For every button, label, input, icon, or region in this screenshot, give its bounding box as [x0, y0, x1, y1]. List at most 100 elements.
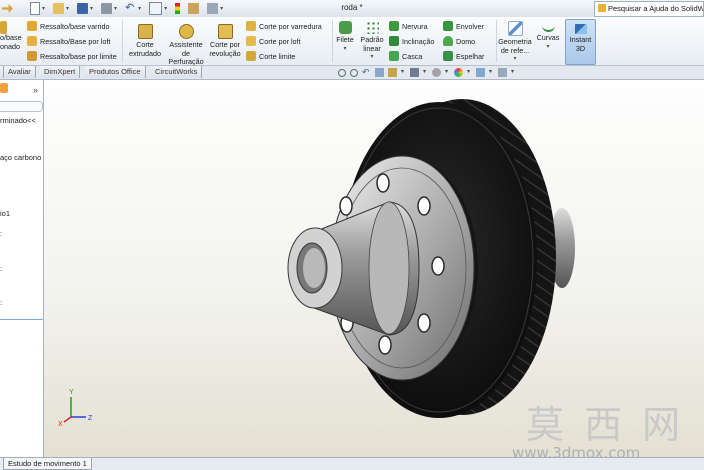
edit-appearance-icon[interactable] [454, 68, 463, 77]
fillet-button[interactable]: Filete ▾ [334, 21, 356, 53]
extruded-cut-label: Corte extrudado [129, 40, 161, 58]
triad-y-label: Y [69, 389, 74, 396]
wrap-button[interactable]: Envolver [443, 21, 484, 31]
extruded-cut-icon [137, 24, 153, 39]
rollback-bar[interactable] [0, 319, 43, 320]
search-placeholder: Pesquisar a Ajuda do SolidWo [608, 4, 704, 13]
instant3d-button[interactable]: Instant 3D [565, 19, 596, 65]
status-bar: Estudo de movimento 1 [0, 457, 704, 470]
boundary-boss-icon [27, 51, 37, 61]
mirror-icon [443, 51, 453, 61]
reference-geometry-button[interactable]: Geometria de refe... ▾ [497, 21, 533, 64]
triad-z-label: Z [88, 415, 93, 422]
triad-x-label: X [58, 421, 63, 428]
tree-item-row-3[interactable]: : [0, 298, 2, 307]
reference-geometry-dropdown-icon[interactable]: ▾ [497, 55, 533, 64]
rib-label: Nervura [402, 21, 428, 31]
dome-button[interactable]: Domo [443, 36, 475, 46]
zoom-to-area-icon[interactable] [350, 68, 358, 77]
draft-button[interactable]: Inclinação [389, 36, 434, 46]
collapse-panel-button[interactable]: » [33, 85, 38, 95]
display-style-icon[interactable] [410, 68, 419, 77]
dropdown-arrow-icon[interactable]: ▾ [511, 68, 516, 77]
axis-triad: Y Z X [58, 389, 93, 428]
boundary-boss-button[interactable]: Ressalto/base por limite [27, 51, 117, 61]
boundary-cut-button[interactable]: Corte limite [246, 51, 295, 61]
tab-dimxpert[interactable]: DimXpert [40, 66, 81, 78]
boundary-cut-icon [246, 51, 256, 61]
section-view-icon[interactable] [375, 68, 384, 77]
swept-boss-button[interactable]: Ressalto/base varrido [27, 21, 110, 31]
shaft-collar [368, 201, 410, 335]
dropdown-arrow-icon[interactable]: ▾ [401, 68, 406, 77]
dropdown-arrow-icon[interactable]: ▾ [467, 68, 472, 77]
ribbon-separator [332, 20, 333, 62]
curves-button[interactable]: Curvas ▾ [535, 21, 561, 51]
feature-manager-panel: » rminado<< aço carbono io1 : : : [0, 80, 44, 457]
mirror-button[interactable]: Espelhar [443, 51, 484, 61]
linear-pattern-dropdown-icon[interactable]: ▾ [358, 53, 386, 62]
dropdown-arrow-icon[interactable]: ▾ [423, 68, 428, 77]
tree-item-feature[interactable]: io1 [0, 209, 10, 218]
lofted-cut-icon [246, 36, 256, 46]
boundary-boss-label: Ressalto/base por limite [40, 51, 117, 61]
ribbon-separator [122, 20, 123, 62]
lofted-cut-label: Corte por loft [259, 36, 301, 46]
revolved-cut-button[interactable]: Corte por revolução [207, 24, 243, 58]
dropdown-arrow-icon[interactable]: ▾ [489, 68, 494, 77]
shell-button[interactable]: Casca [389, 51, 422, 61]
tree-item-material[interactable]: aço carbono [0, 153, 41, 162]
swept-cut-button[interactable]: Corte por varredura [246, 21, 322, 31]
shell-icon [389, 51, 399, 61]
search-icon [598, 4, 606, 12]
tree-item-configuration[interactable]: rminado<< [0, 116, 36, 125]
dome-label: Domo [456, 36, 476, 46]
tree-item-row-2[interactable]: : [0, 264, 2, 273]
dropdown-arrow-icon[interactable]: ▾ [445, 68, 450, 77]
lofted-boss-button[interactable]: Ressalto/Base por loft [27, 36, 110, 46]
shaft-bore-inner [303, 248, 325, 288]
linear-pattern-icon [365, 21, 379, 34]
rib-button[interactable]: Nervura [389, 21, 428, 31]
tab-avaliar[interactable]: Avaliar [4, 66, 36, 78]
fillet-dropdown-icon[interactable]: ▾ [334, 45, 356, 54]
view-settings-icon[interactable] [498, 68, 507, 77]
reference-geometry-label: Geometria de refe... [498, 37, 532, 55]
mirror-label: Espelhar [456, 51, 485, 61]
apply-scene-icon[interactable] [476, 68, 485, 77]
tab-motion-study[interactable]: Estudo de movimento 1 [3, 458, 92, 470]
wrap-icon [443, 21, 453, 31]
extruded-cut-button[interactable]: Corte extrudado [126, 24, 164, 58]
hole-wizard-button[interactable]: Assistente de Perfuração [166, 24, 206, 67]
lofted-boss-icon [27, 36, 37, 46]
curves-dropdown-icon[interactable]: ▾ [535, 43, 561, 52]
tree-item-row-1[interactable]: : [0, 229, 2, 238]
linear-pattern-button[interactable]: Padrão linear ▾ [358, 21, 386, 62]
swept-cut-icon [246, 21, 256, 31]
tab-produtos-office[interactable]: Produtos Office [85, 66, 146, 78]
tab-circuitworks[interactable]: CircuitWorks [151, 66, 203, 78]
view-orientation-icon[interactable] [388, 68, 397, 77]
filter-input[interactable] [0, 101, 43, 112]
help-search-input[interactable]: Pesquisar a Ajuda do SolidWo [594, 1, 704, 17]
heads-up-view-toolbar: ↶ ▾ ▾ ▾ ▾ ▾ ▾ [338, 68, 516, 77]
revolved-cut-label: Corte por revolução [209, 40, 241, 58]
instant3d-icon [574, 24, 587, 34]
command-manager-ribbon: o/base onado Ressalto/base varrido Ressa… [0, 17, 704, 66]
draft-label: Inclinação [402, 36, 435, 46]
dome-icon [443, 36, 453, 46]
rib-icon [389, 21, 399, 31]
watermark-chinese: 莫 西 网 [526, 403, 685, 447]
lofted-boss-label: Ressalto/Base por loft [40, 36, 111, 46]
hide-show-items-icon[interactable] [432, 68, 441, 77]
previous-view-icon[interactable]: ↶ [362, 68, 371, 77]
fillet-icon [338, 21, 352, 34]
swept-cut-label: Corte por varredura [259, 21, 322, 31]
hole-wizard-label: Assistente de Perfuração [168, 40, 204, 66]
lofted-cut-button[interactable]: Corte por loft [246, 36, 301, 46]
extruded-boss-button[interactable]: o/base onado [0, 21, 22, 51]
swept-boss-label: Ressalto/base varrido [40, 21, 110, 31]
zoom-to-fit-icon[interactable] [338, 68, 346, 77]
feature-tree-tab-icon[interactable] [0, 83, 8, 93]
instant3d-label: Instant 3D [569, 35, 592, 53]
